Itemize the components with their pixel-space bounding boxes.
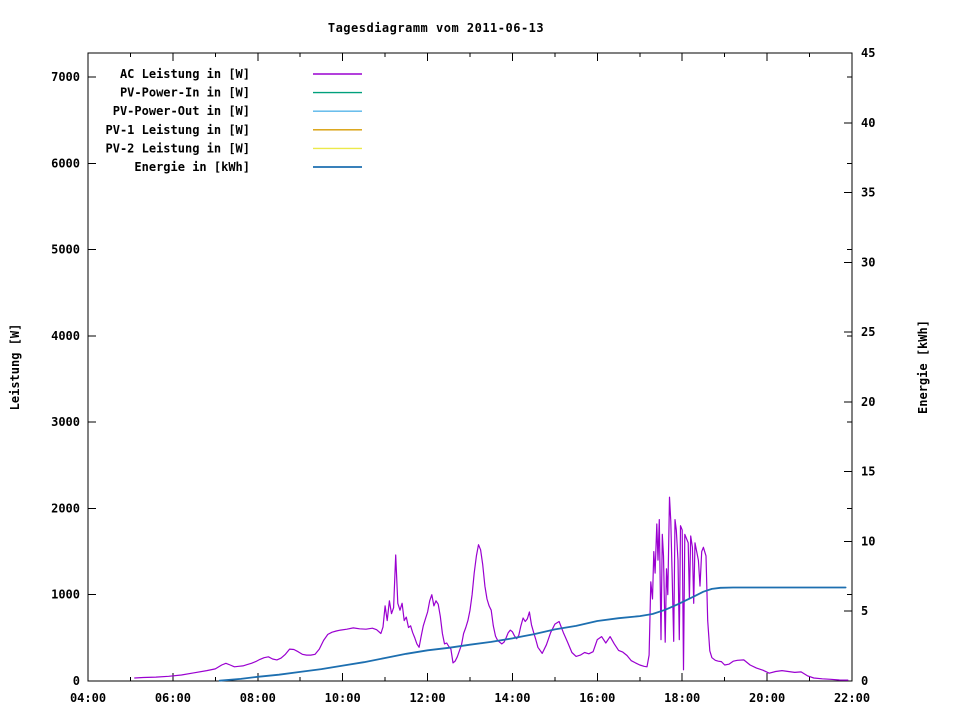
y-left-tick-label: 6000 xyxy=(51,156,80,170)
x-tick-label: 04:00 xyxy=(70,691,106,705)
y-left-tick-label: 5000 xyxy=(51,243,80,257)
legend-label-pv-power-out-in-w: PV-Power-Out in [W] xyxy=(113,104,250,118)
y-axis-label-left: Leistung [W] xyxy=(8,324,22,411)
x-tick-label: 06:00 xyxy=(155,691,191,705)
y-right-tick-label: 10 xyxy=(861,534,875,548)
chart-title: Tagesdiagramm vom 2011-06-13 xyxy=(0,21,872,35)
y-right-tick-label: 15 xyxy=(861,465,875,479)
y-right-tick-label: 30 xyxy=(861,255,875,269)
x-tick-label: 22:00 xyxy=(834,691,870,705)
x-tick-label: 16:00 xyxy=(579,691,615,705)
y-left-tick-label: 3000 xyxy=(51,415,80,429)
series-line-ac-leistung-in-w xyxy=(135,497,848,680)
legend-label-energie-in-kwh: Energie in [kWh] xyxy=(134,160,250,174)
series-line-energie-in-kwh xyxy=(220,588,846,681)
y-right-tick-label: 25 xyxy=(861,325,875,339)
y-right-tick-label: 5 xyxy=(861,604,868,618)
x-tick-label: 12:00 xyxy=(409,691,445,705)
y-left-tick-label: 2000 xyxy=(51,501,80,515)
y-left-tick-label: 1000 xyxy=(51,588,80,602)
y-right-tick-label: 35 xyxy=(861,186,875,200)
y-right-tick-label: 0 xyxy=(861,674,868,688)
x-tick-label: 14:00 xyxy=(494,691,530,705)
legend-label-pv-2-leistung-in-w: PV-2 Leistung in [W] xyxy=(106,141,251,155)
y-right-tick-label: 45 xyxy=(861,46,875,60)
y-right-tick-label: 40 xyxy=(861,116,875,130)
y-left-tick-label: 4000 xyxy=(51,329,80,343)
x-tick-label: 10:00 xyxy=(325,691,361,705)
chart-canvas: 04:00 06:00 08:00 10:00 12:00 14:00 16:00 18:00… xyxy=(0,0,960,720)
legend-label-ac-leistung-in-w: AC Leistung in [W] xyxy=(120,67,250,81)
x-tick-label: 20:00 xyxy=(749,691,785,705)
plot-area: 04:00 06:00 08:00 10:00 12:00 14:00 16:00 18:00… xyxy=(0,0,960,720)
x-tick-label: 08:00 xyxy=(240,691,276,705)
x-tick-label: 18:00 xyxy=(664,691,700,705)
legend-label-pv-power-in-in-w: PV-Power-In in [W] xyxy=(120,86,250,100)
y-left-tick-label: 7000 xyxy=(51,70,80,84)
y-left-tick-label: 0 xyxy=(73,674,80,688)
legend-label-pv-1-leistung-in-w: PV-1 Leistung in [W] xyxy=(106,123,251,137)
y-axis-label-right: Energie [kWh] xyxy=(916,320,930,414)
y-right-tick-label: 20 xyxy=(861,395,875,409)
